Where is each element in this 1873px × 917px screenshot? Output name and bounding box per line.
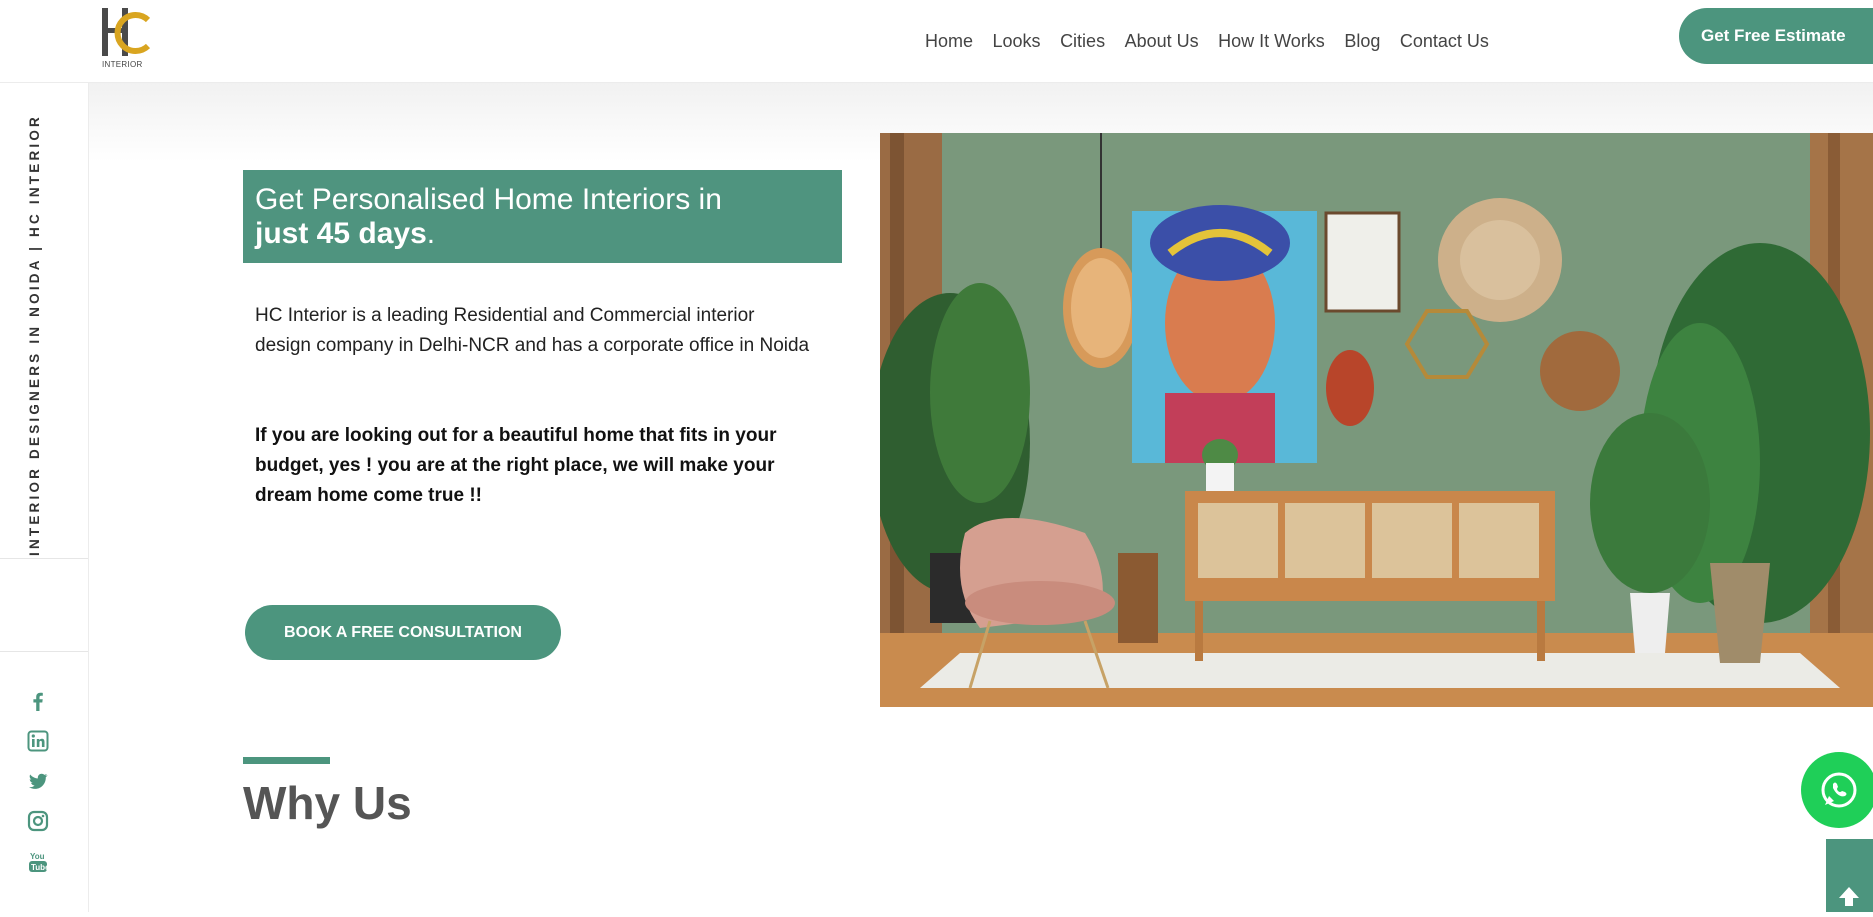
nav-looks[interactable]: Looks	[993, 31, 1041, 52]
left-sidebar: INTERIOR DESIGNERS IN NOIDA | HC INTERIO…	[0, 82, 89, 912]
whatsapp-button[interactable]	[1801, 752, 1873, 828]
nav-contact-us[interactable]: Contact Us	[1400, 31, 1489, 52]
scroll-to-top-button[interactable]	[1826, 839, 1873, 912]
logo-mark	[102, 8, 151, 56]
hero-headline: Get Personalised Home Interiors in just …	[243, 170, 842, 263]
why-us-accent-bar	[243, 757, 330, 764]
hero-description: HC Interior is a leading Residential and…	[255, 305, 810, 356]
youtube-icon[interactable]: You Tube	[27, 850, 50, 872]
nav-home[interactable]: Home	[925, 31, 973, 52]
logo-subtitle: INTERIOR	[102, 60, 143, 69]
sidebar-divider	[0, 651, 88, 652]
instagram-icon[interactable]	[27, 810, 49, 832]
hc-interior-logo[interactable]: INTERIOR	[100, 6, 152, 70]
hero-headline-bold: just 45 days	[255, 217, 427, 250]
linkedin-icon[interactable]	[27, 730, 49, 752]
hero-pitch: If you are looking out for a beautiful h…	[255, 425, 777, 506]
get-free-estimate-button[interactable]: Get Free Estimate	[1679, 8, 1873, 64]
svg-text:You: You	[30, 852, 45, 861]
sidebar-divider	[0, 558, 88, 559]
svg-text:Tube: Tube	[31, 863, 49, 872]
main-nav: Home Looks Cities About Us How It Works …	[925, 31, 1508, 52]
sidebar-vertical-tagline: INTERIOR DESIGNERS IN NOIDA | HC INTERIO…	[27, 114, 42, 556]
twitter-icon[interactable]	[27, 770, 49, 792]
hero-headline-end: .	[426, 217, 436, 250]
hero-headline-line1: Get Personalised Home Interiors in	[255, 183, 722, 216]
why-us-heading: Why Us	[243, 777, 412, 829]
nav-blog[interactable]: Blog	[1344, 31, 1380, 52]
nav-cities[interactable]: Cities	[1060, 31, 1105, 52]
whatsapp-icon	[1821, 772, 1857, 808]
book-free-consultation-button[interactable]: BOOK A FREE CONSULTATION	[245, 605, 561, 660]
site-header: INTERIOR Home Looks Cities About Us How …	[0, 0, 1873, 83]
hero-interior-image	[880, 133, 1873, 707]
nav-how-it-works[interactable]: How It Works	[1218, 31, 1325, 52]
nav-about-us[interactable]: About Us	[1125, 31, 1199, 52]
arrow-up-icon	[1839, 887, 1859, 906]
facebook-icon[interactable]	[27, 690, 49, 712]
